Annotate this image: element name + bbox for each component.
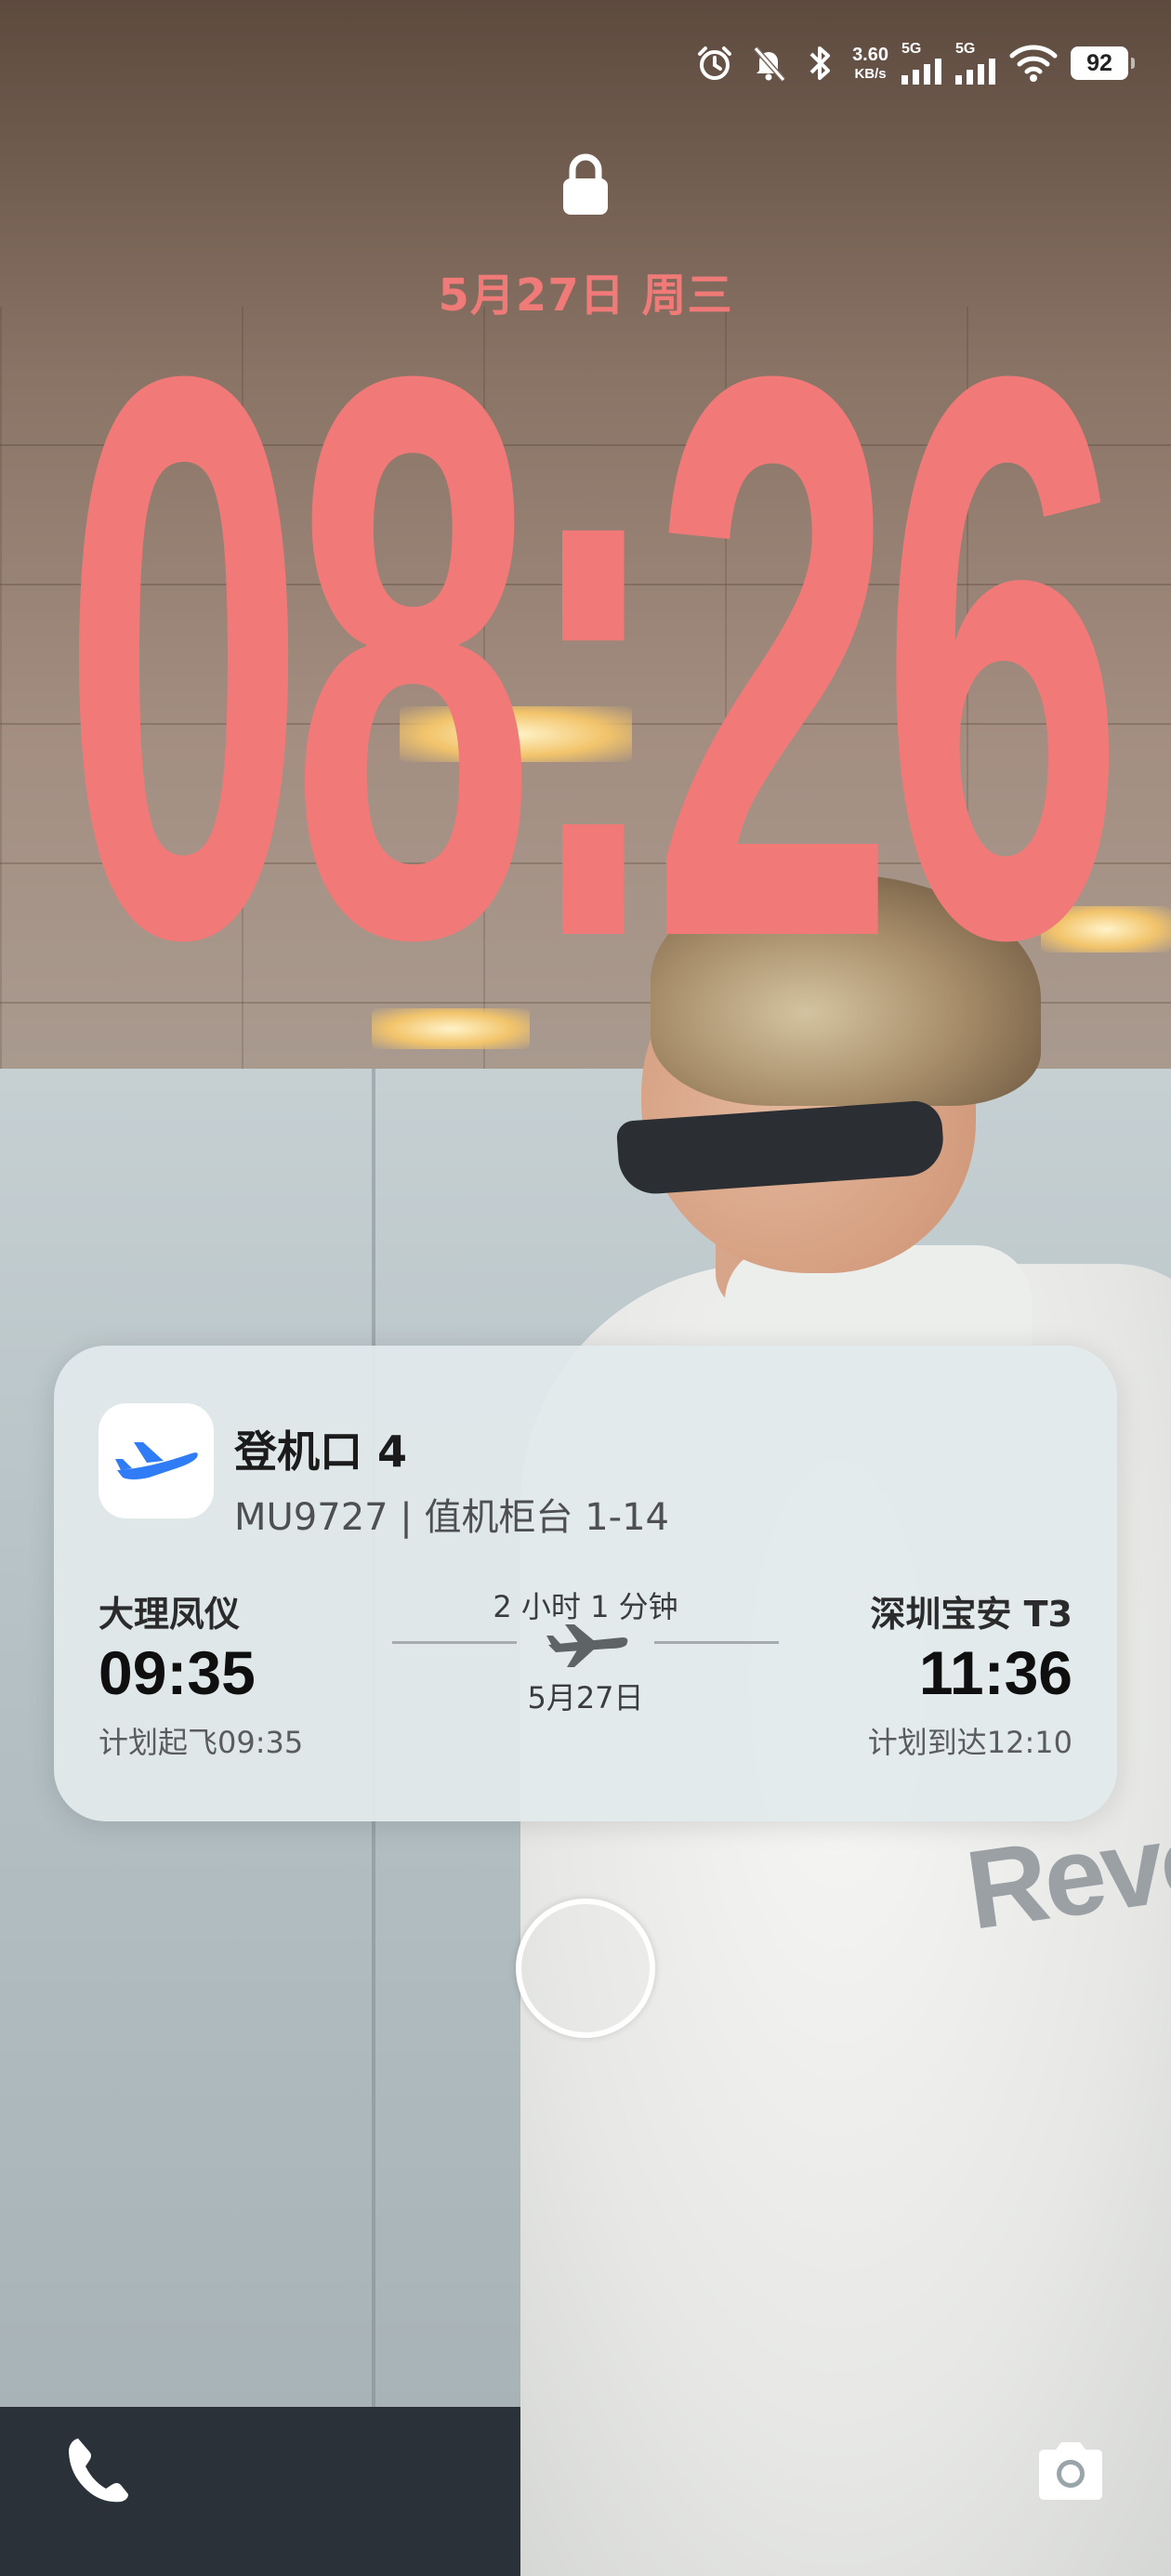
alarm-icon [694, 43, 735, 84]
sim2-network-type: 5G [955, 41, 976, 57]
network-speed-value: 3.60 [852, 45, 888, 65]
phone-icon[interactable] [61, 2433, 136, 2507]
network-speed: 3.60 KB/s [852, 46, 888, 81]
route-line [392, 1641, 517, 1644]
battery-icon: 92 [1071, 46, 1135, 80]
camera-icon[interactable] [1033, 2438, 1108, 2504]
sim1-network-type: 5G [901, 41, 922, 57]
sim2-signal: 5G [955, 42, 996, 85]
airplane-icon [115, 1442, 198, 1479]
network-speed-unit: KB/s [854, 66, 887, 82]
lock-icon [563, 153, 608, 215]
battery-level: 92 [1086, 49, 1112, 76]
route-line [654, 1641, 779, 1644]
route-plane-icon [546, 1624, 628, 1667]
planned-arrival: 计划到达12:10 [867, 1725, 1072, 1760]
arrival-time: 11:36 [918, 1638, 1072, 1707]
signal-icon [955, 59, 995, 85]
bluetooth-icon [802, 43, 839, 84]
mute-bell-icon [748, 43, 789, 84]
flight-app-icon [99, 1403, 214, 1518]
arrival-airport: 深圳宝安 T3 [870, 1594, 1072, 1635]
flight-number-counter: MU9727 | 值机柜台 1-14 [234, 1496, 669, 1539]
unlock-ring[interactable] [516, 1899, 655, 2038]
lockscreen-clock: 08:26 [61, 211, 1125, 1104]
flight-notification-card[interactable]: 登机口 4 MU9727 | 值机柜台 1-14 大理凤仪 09:35 计划起飞… [54, 1346, 1117, 1821]
boarding-gate: 登机口 4 [234, 1426, 408, 1477]
wifi-icon [1009, 43, 1058, 84]
status-bar: 3.60 KB/s 5G 5G 92 [694, 35, 1135, 91]
sim1-signal: 5G [901, 42, 942, 85]
planned-departure: 计划起飞09:35 [99, 1725, 304, 1760]
signal-icon [901, 59, 941, 85]
